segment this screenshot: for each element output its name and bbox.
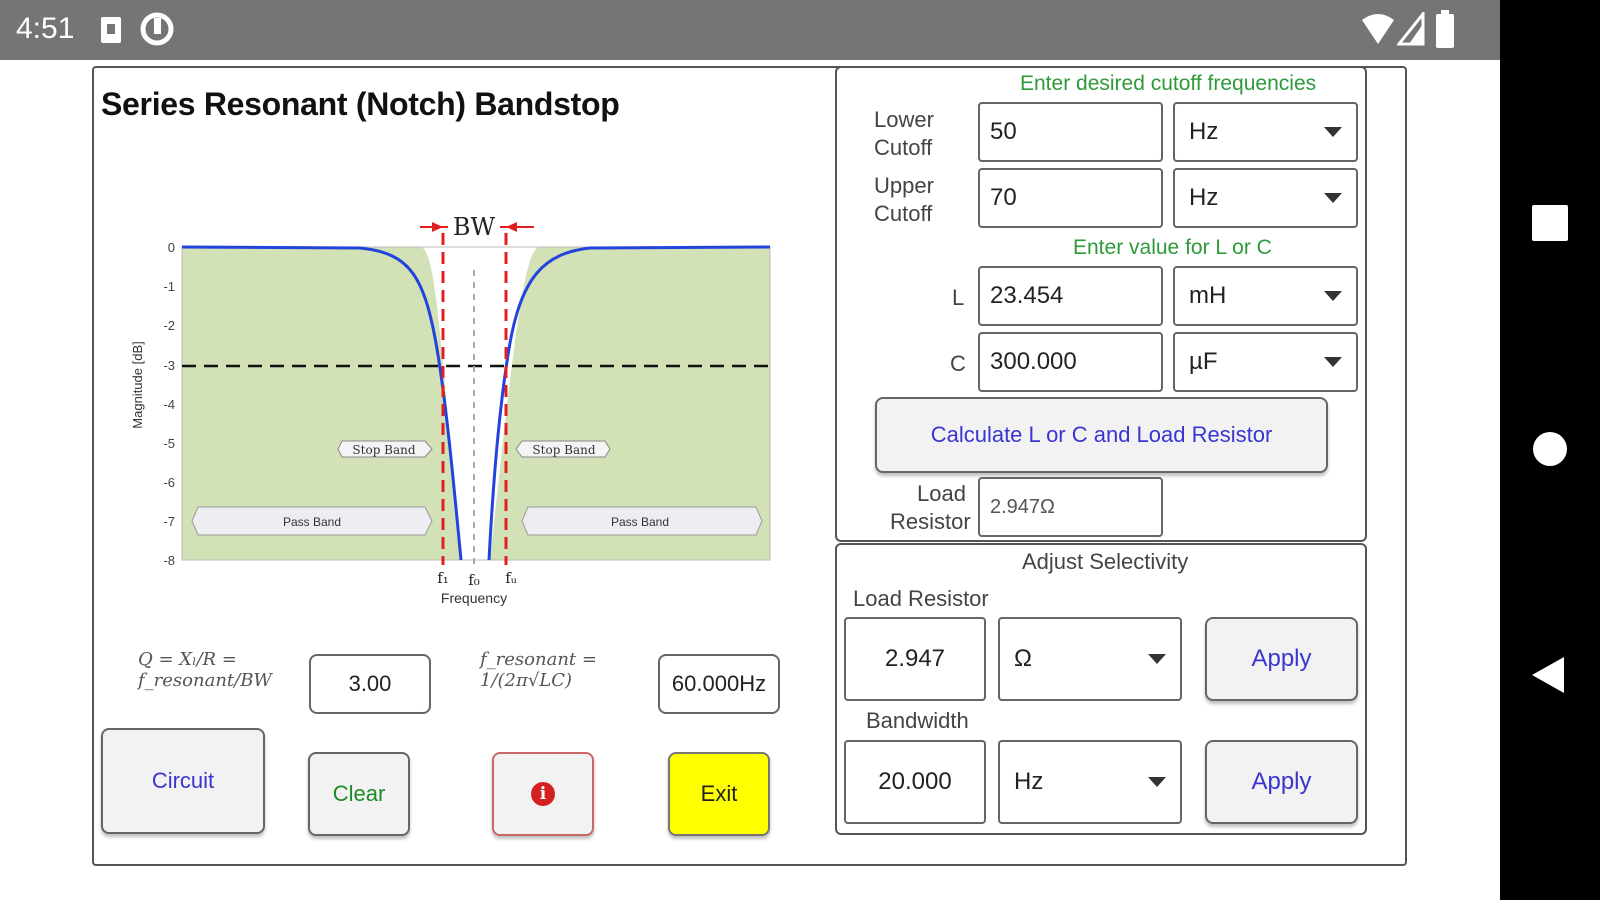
home-button[interactable]: [1533, 432, 1567, 466]
chevron-down-icon: [1324, 357, 1342, 367]
fu-label: fᵤ: [505, 569, 517, 587]
status-time: 4:51: [16, 12, 75, 45]
status-bar: 4:51: [0, 0, 1500, 60]
resonant-frequency-formula: f_resonant = 1/(2π√LC): [480, 649, 597, 691]
lower-cutoff-unit-dropdown[interactable]: Hz: [1173, 102, 1358, 162]
bw-label: BW: [453, 213, 496, 241]
chevron-down-icon: [1148, 777, 1166, 787]
clear-button[interactable]: Clear: [308, 752, 410, 836]
load-resistor-label: Load Resistor: [890, 481, 971, 534]
selectivity-load-unit-dropdown[interactable]: Ω: [998, 617, 1182, 701]
q-value-display: 3.00: [309, 654, 431, 714]
ytick-1: -1: [163, 279, 175, 294]
ytick-8: -8: [163, 553, 175, 568]
upper-cutoff-unit-dropdown[interactable]: Hz: [1173, 168, 1358, 228]
bandwidth-unit-dropdown[interactable]: Hz: [998, 740, 1182, 824]
bandstop-response-chart: BW 0 -1 -2 -3 -4 -5 -6 -7 -8 Magnitude […: [130, 213, 771, 606]
f1-label: f₁: [437, 569, 449, 587]
pass-band-right-label: Pass Band: [611, 515, 669, 529]
inductance-unit-dropdown[interactable]: mH: [1173, 266, 1358, 326]
ytick-5: -5: [163, 436, 175, 451]
navigation-bar: [1500, 0, 1600, 900]
chevron-down-icon: [1148, 654, 1166, 664]
pass-band-left-label: Pass Band: [283, 515, 341, 529]
info-icon: i: [531, 782, 555, 806]
exit-button[interactable]: Exit: [668, 752, 770, 836]
upper-cutoff-label: Upper Cutoff: [874, 173, 934, 226]
ytick-6: -6: [163, 475, 175, 490]
chevron-down-icon: [1324, 193, 1342, 203]
capacitance-input[interactable]: 300.000: [978, 332, 1163, 392]
inductance-input[interactable]: 23.454: [978, 266, 1163, 326]
c-label: C: [950, 351, 966, 376]
stop-band-right-label: Stop Band: [532, 443, 595, 457]
selectivity-load-input[interactable]: 2.947: [844, 617, 986, 701]
bandwidth-label: Bandwidth: [866, 708, 969, 733]
selectivity-load-label: Load Resistor: [853, 586, 989, 611]
battery-icon: [1436, 10, 1454, 48]
ytick-0: 0: [168, 240, 175, 255]
back-button[interactable]: [1530, 655, 1566, 695]
selectivity-header: Adjust Selectivity: [1022, 549, 1189, 574]
apply-bandwidth-button[interactable]: Apply: [1205, 740, 1358, 824]
x-axis-label: Frequency: [441, 590, 507, 606]
y-axis-label: Magnitude [dB]: [130, 341, 145, 428]
lc-header: Enter value for L or C: [1073, 236, 1272, 259]
resonant-frequency-display: 60.000Hz: [658, 654, 780, 714]
cutoff-panel-header: Enter desired cutoff frequencies: [1020, 72, 1317, 95]
capacitance-unit-dropdown[interactable]: µF: [1173, 332, 1358, 392]
apply-load-button[interactable]: Apply: [1205, 617, 1358, 701]
wifi-icon: [1362, 14, 1394, 44]
ytick-2: -2: [163, 318, 175, 333]
load-resistor-display: 2.947Ω: [978, 477, 1163, 537]
calculate-button[interactable]: Calculate L or C and Load Resistor: [875, 397, 1328, 473]
ytick-4: -4: [163, 397, 175, 412]
sync-icon: [140, 12, 174, 46]
page-title: Series Resonant (Notch) Bandstop: [101, 86, 620, 122]
info-button[interactable]: i: [492, 752, 594, 836]
upper-cutoff-input[interactable]: 70: [978, 168, 1163, 228]
f0-label: f₀: [468, 571, 480, 589]
bandwidth-input[interactable]: 20.000: [844, 740, 986, 824]
signal-icon: [1397, 12, 1425, 46]
sim-card-icon: [101, 17, 121, 43]
lower-cutoff-input[interactable]: 50: [978, 102, 1163, 162]
lower-cutoff-label: Lower Cutoff: [874, 107, 934, 160]
circuit-button[interactable]: Circuit: [101, 728, 265, 834]
l-label: L: [952, 285, 965, 310]
recents-button[interactable]: [1532, 205, 1568, 241]
stop-band-left-label: Stop Band: [352, 443, 415, 457]
chevron-down-icon: [1324, 291, 1342, 301]
chevron-down-icon: [1324, 127, 1342, 137]
q-formula: Q = Xₗ/R = f_resonant/BW: [138, 649, 272, 691]
ytick-7: -7: [163, 514, 175, 529]
ytick-3: -3: [163, 358, 175, 373]
